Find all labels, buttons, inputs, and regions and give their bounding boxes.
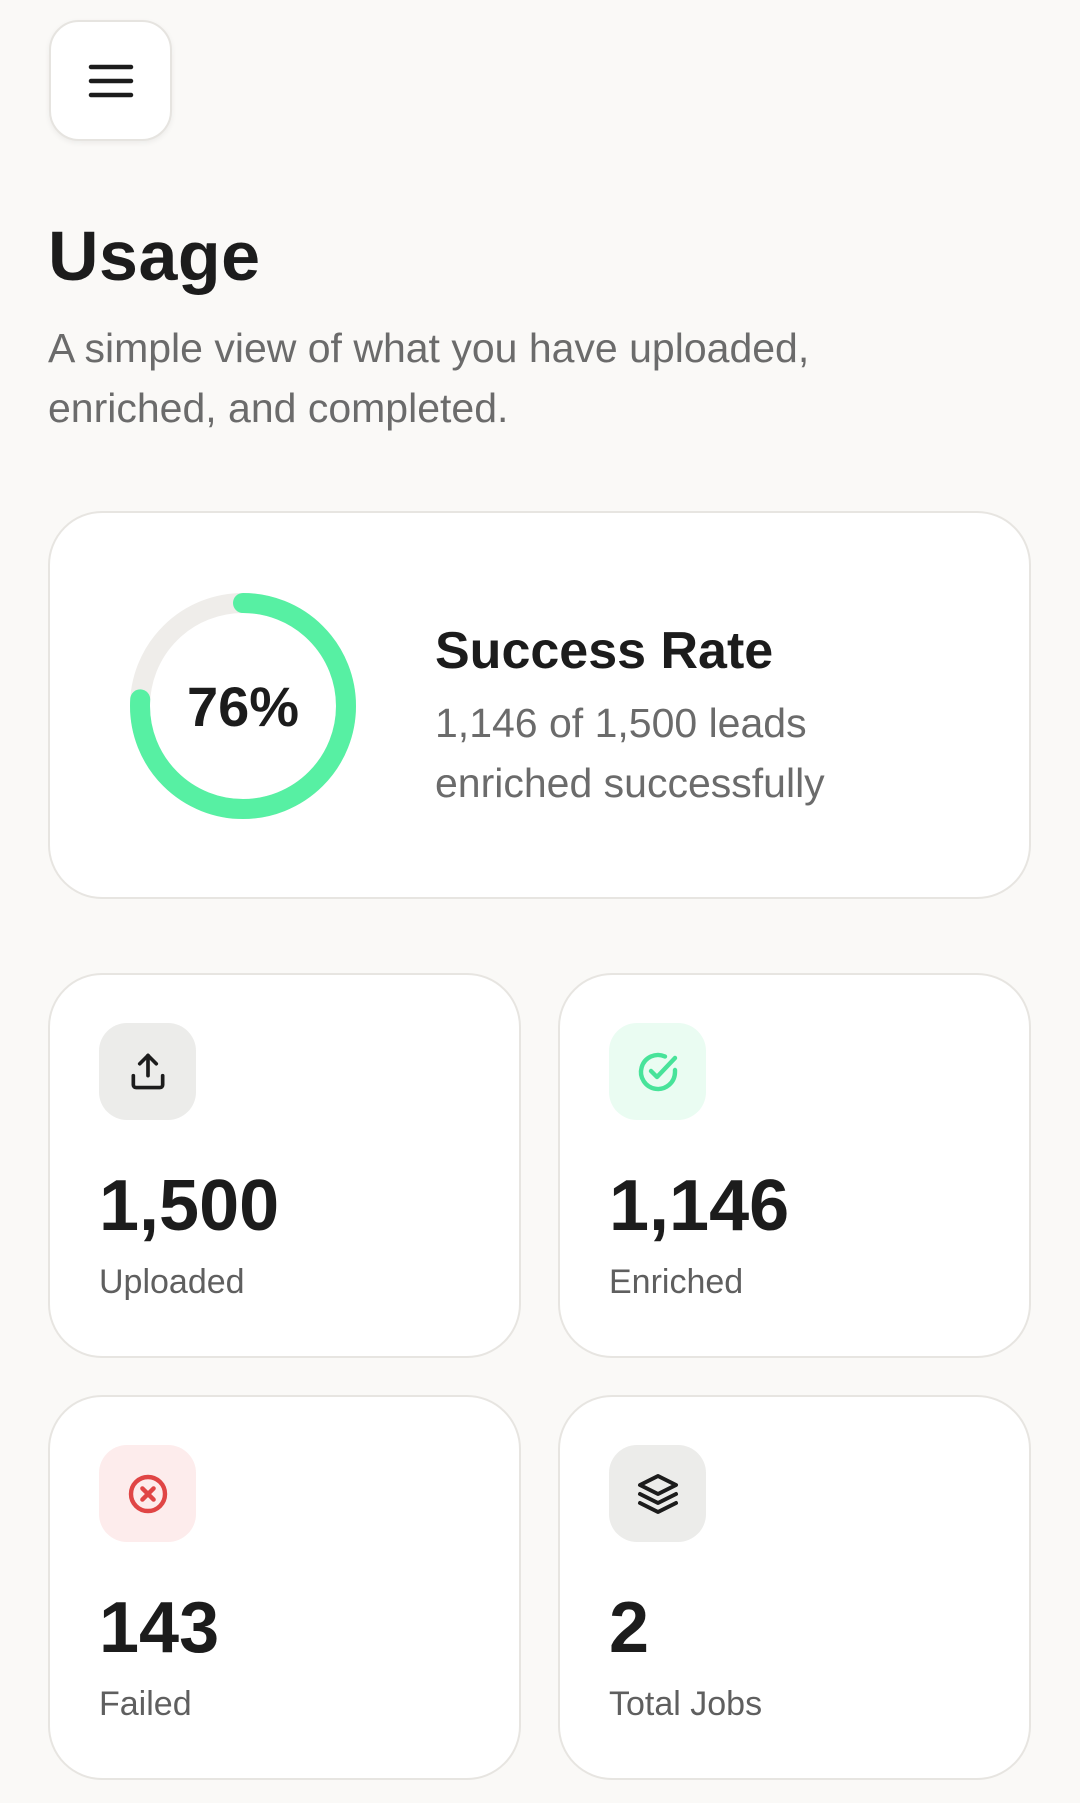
stat-value-enriched: 1,146: [609, 1166, 790, 1246]
stat-label-total-jobs: Total Jobs: [609, 1685, 763, 1723]
stat-value-total-jobs: 2: [609, 1588, 650, 1668]
x-circle-icon: [128, 1474, 167, 1513]
page-title: Usage: [48, 217, 261, 295]
success-rate-ring: 76%: [127, 590, 359, 822]
success-rate-title: Success Rate: [435, 622, 774, 680]
stat-card-total-jobs: 2 Total Jobs: [558, 1395, 1031, 1780]
stat-card-uploaded: 1,500 Uploaded: [48, 973, 521, 1358]
success-rate-card: 76% Success Rate 1,146 of 1,500 leads en…: [48, 511, 1031, 899]
layers-icon: [637, 1473, 678, 1514]
upload-icon: [131, 1053, 164, 1089]
stat-icon-box-total-jobs: [609, 1445, 706, 1542]
stat-value-uploaded: 1,500: [99, 1166, 280, 1246]
stat-label-enriched: Enriched: [609, 1263, 744, 1301]
stat-icon-box-failed: [99, 1445, 196, 1542]
page-subtitle: A simple view of what you have uploaded,…: [48, 325, 810, 431]
success-rate-percent: 76%: [186, 674, 300, 738]
menu-button[interactable]: [49, 20, 172, 141]
check-circle-icon: [638, 1052, 677, 1091]
stat-icon-box-uploaded: [99, 1023, 196, 1120]
stat-card-enriched: 1,146 Enriched: [558, 973, 1031, 1358]
stat-label-uploaded: Uploaded: [99, 1263, 245, 1301]
stat-value-failed: 143: [99, 1588, 220, 1668]
stat-card-failed: 143 Failed: [48, 1395, 521, 1780]
stat-icon-box-enriched: [609, 1023, 706, 1120]
stat-label-failed: Failed: [99, 1685, 192, 1723]
hamburger-menu-icon: [88, 64, 133, 97]
success-rate-description: 1,146 of 1,500 leads enriched successful…: [435, 700, 825, 806]
